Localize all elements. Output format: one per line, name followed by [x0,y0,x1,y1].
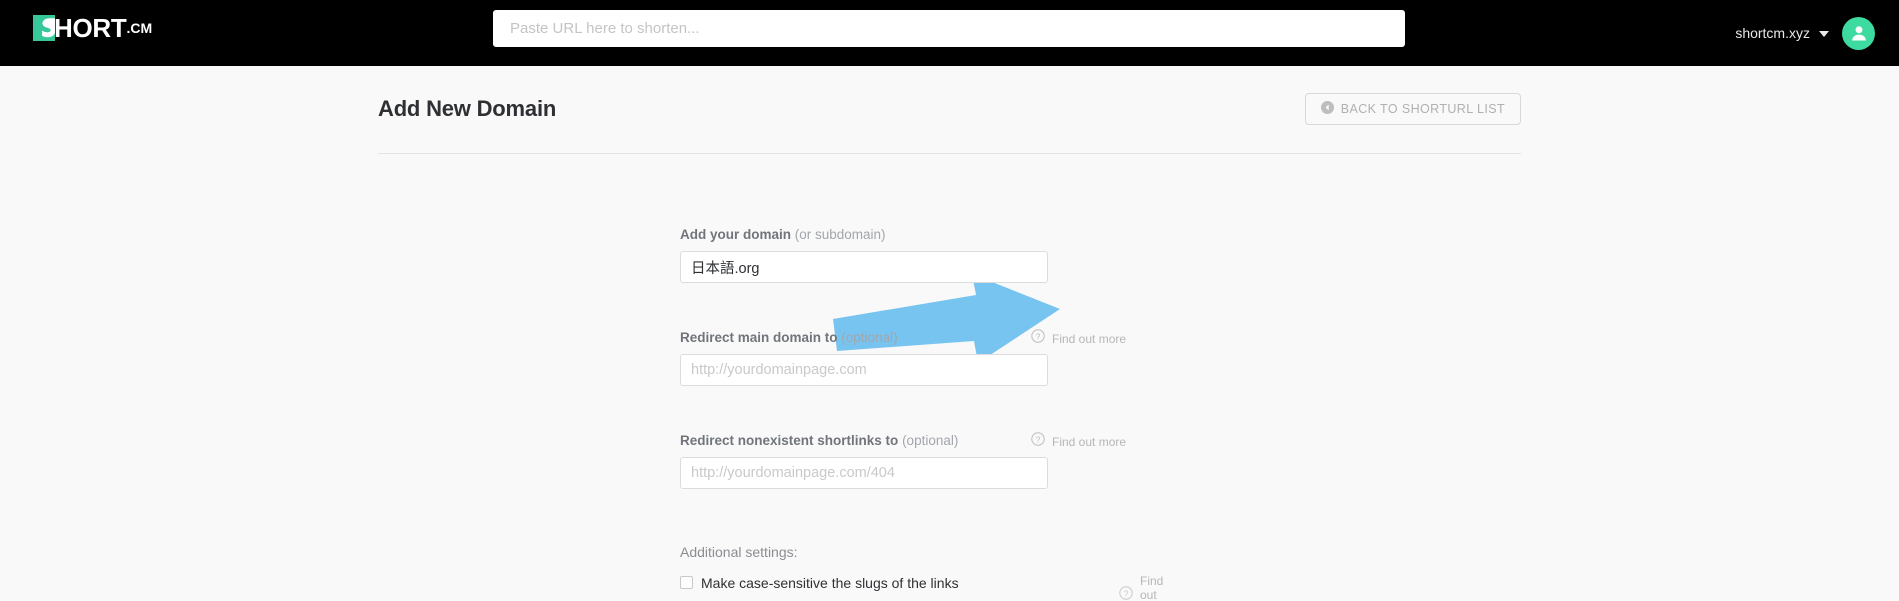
case-sensitive-checkbox[interactable] [680,576,693,590]
page-container: Add New Domain BACK TO SHORTURL LIST Add… [378,66,1521,601]
redirect-main-domain-input[interactable] [680,354,1048,386]
field-redirect-main-label-muted: (optional) [841,330,898,345]
logo-wordmark: HORT [54,13,127,43]
field-domain-label: Add your domain (or subdomain) [680,226,1140,244]
page-body: Add New Domain BACK TO SHORTURL LIST Add… [0,66,1899,601]
app-logo[interactable]: HORT .CM [33,13,152,41]
svg-text:?: ? [1036,331,1041,341]
header-divider [378,153,1521,154]
back-to-shorturl-list-label: BACK TO SHORTURL LIST [1340,102,1505,116]
shorten-url-input[interactable] [493,10,1405,47]
redirect-nonexistent-hint-label: Find out more [1052,434,1127,449]
user-account-name: shortcm.xyz [1735,25,1810,41]
domain-input[interactable] [680,251,1048,283]
redirect-nonexistent-find-out-more[interactable]: ? Find out more [1031,432,1126,451]
form-spacer [680,386,1140,432]
logo-tld: .CM [126,20,153,36]
short-logo-s-mark-icon [33,15,55,41]
top-navigation-bar: HORT .CM shortcm.xyz [0,0,1899,66]
field-redirect-nonexistent: Redirect nonexistent shortlinks to (opti… [680,432,1140,489]
back-to-shorturl-list-button[interactable]: BACK TO SHORTURL LIST [1304,93,1521,125]
form-spacer [680,283,1140,329]
page-header: Add New Domain BACK TO SHORTURL LIST [378,66,1521,154]
svg-text:?: ? [1124,588,1129,598]
case-sensitive-hint-label: Find out more [1140,574,1164,601]
question-circle-icon: ? [1031,329,1045,348]
field-domain-label-strong: Add your domain [680,227,791,242]
field-redirect-main-domain: Redirect main domain to (optional) ? Fin… [680,329,1140,386]
svg-text:?: ? [1036,434,1041,444]
field-redirect-main-label-strong: Redirect main domain to [680,330,838,345]
question-circle-icon: ? [1031,432,1045,451]
question-circle-icon: ? [1119,585,1133,601]
page-title: Add New Domain [378,96,557,121]
field-redirect-nonexistent-label-strong: Redirect nonexistent shortlinks to [680,433,899,448]
case-sensitive-label[interactable]: Make case-sensitive the slugs of the lin… [701,575,959,591]
user-avatar-icon[interactable] [1842,16,1875,50]
redirect-main-find-out-more[interactable]: ? Find out more [1031,329,1126,348]
case-sensitive-find-out-more[interactable]: ? Find out more [1119,574,1167,601]
redirect-nonexistent-input[interactable] [680,457,1048,489]
user-account-menu[interactable]: shortcm.xyz [1735,0,1875,66]
field-domain-label-muted: (or subdomain) [794,227,886,242]
redirect-main-hint-label: Find out more [1052,331,1127,346]
add-domain-form: Add your domain (or subdomain) Redirect … [680,226,1163,601]
arrow-circle-left-icon [1320,101,1334,117]
field-redirect-nonexistent-label-muted: (optional) [902,433,959,448]
chevron-down-icon [1819,31,1829,37]
checkbox-row-case-sensitive: Make case-sensitive the slugs of the lin… [680,570,1163,601]
field-domain: Add your domain (or subdomain) [680,226,1140,283]
additional-settings-title: Additional settings: [680,544,798,560]
